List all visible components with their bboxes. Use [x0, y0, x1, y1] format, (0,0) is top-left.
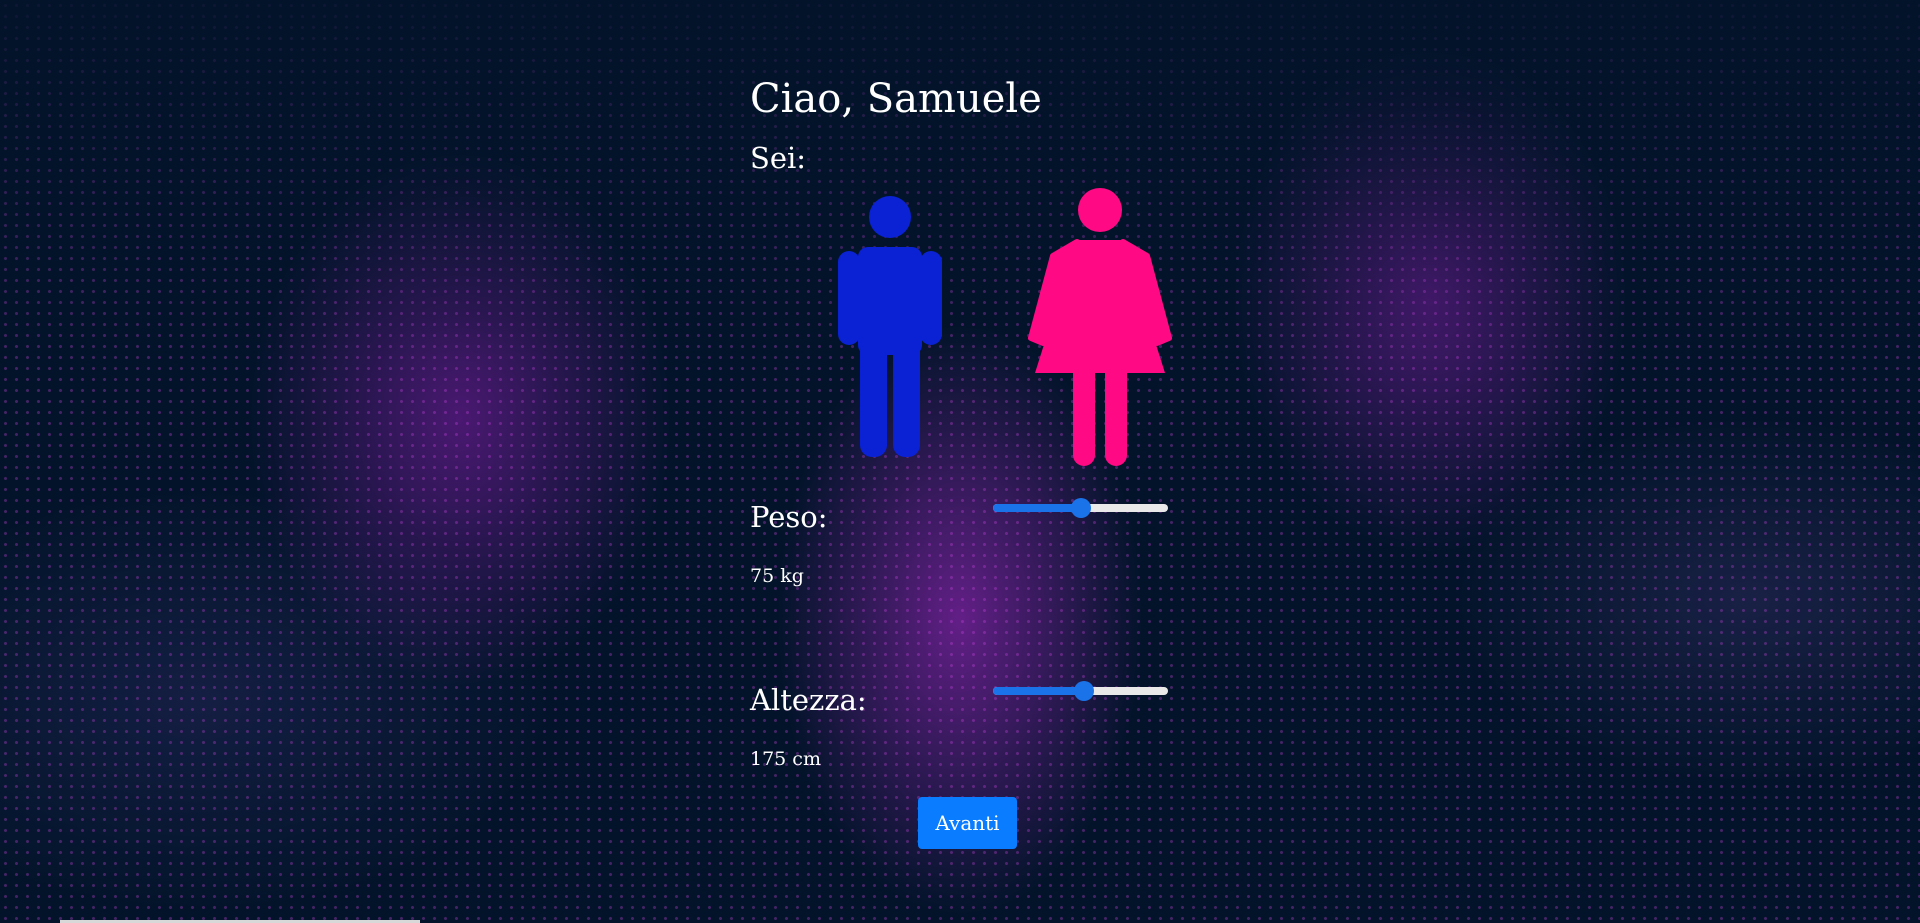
height-label: Altezza:: [750, 683, 867, 717]
page-background: Ciao, Samuele Sei: Peso: 75 kg Altezza: …: [0, 0, 1920, 923]
gender-option-male[interactable]: [835, 195, 945, 460]
weight-value: 75 kg: [750, 565, 804, 587]
weight-label: Peso:: [750, 500, 828, 534]
next-button[interactable]: Avanti: [918, 797, 1017, 849]
weight-slider-fill: [993, 504, 1081, 512]
height-slider-thumb[interactable]: [1074, 681, 1094, 701]
male-person-icon: [838, 196, 942, 457]
weight-slider[interactable]: [993, 497, 1168, 519]
height-slider[interactable]: [993, 680, 1168, 702]
gender-option-female[interactable]: [1025, 188, 1175, 468]
height-value: 175 cm: [750, 748, 821, 770]
height-slider-fill: [993, 687, 1084, 695]
female-person-icon: [1028, 188, 1172, 466]
gender-label: Sei:: [750, 141, 807, 175]
profile-form: Ciao, Samuele Sei: Peso: 75 kg Altezza: …: [750, 0, 1172, 923]
greeting-title: Ciao, Samuele: [750, 76, 1042, 122]
weight-slider-thumb[interactable]: [1071, 498, 1091, 518]
